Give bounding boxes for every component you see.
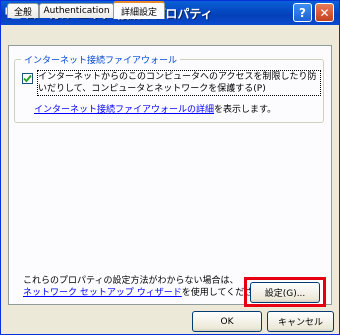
help-button[interactable]: ? xyxy=(293,3,312,22)
cancel-button[interactable]: キャンセル xyxy=(267,311,334,332)
close-button[interactable]: ✕ xyxy=(315,3,334,22)
ok-button[interactable]: OK xyxy=(192,311,262,332)
firewall-details-suffix: を表示します。 xyxy=(214,105,277,115)
setup-help-line2: ネットワーク セットアップ ウィザードを使用してください。 xyxy=(23,287,271,299)
firewall-group-title: インターネット接続ファイアウォール xyxy=(21,53,181,66)
ok-button-label: OK xyxy=(220,316,234,327)
settings-button[interactable]: 設定(G)... xyxy=(250,282,320,303)
protect-computer-label[interactable]: インターネットからのこのコンピュータへのアクセスを制限したり防いだりして、コンピ… xyxy=(37,70,321,96)
help-icon: ? xyxy=(299,5,306,20)
protect-computer-checkbox[interactable] xyxy=(22,73,33,84)
tab-advanced-label: 詳細設定 xyxy=(120,7,157,18)
tab-general[interactable]: 全般 xyxy=(7,3,39,18)
tab-general-label: 全般 xyxy=(13,7,32,18)
setup-help-text: これらのプロパティの設定方法がわからない場合は、 ネットワーク セットアップ ウ… xyxy=(23,275,271,299)
tab-authentication[interactable]: Authentication xyxy=(39,3,114,18)
tab-authentication-label: Authentication xyxy=(43,6,110,16)
checkmark-icon xyxy=(23,74,32,83)
properties-dialog: ローカル エリア 接続のプロパティ ? ✕ 全般 Authentication … xyxy=(0,0,340,335)
close-icon: ✕ xyxy=(319,5,330,20)
network-setup-wizard-link[interactable]: ネットワーク セットアップ ウィザード xyxy=(23,288,182,298)
settings-button-label: 設定(G)... xyxy=(264,289,306,299)
setup-help-line1: これらのプロパティの設定方法がわからない場合は、 xyxy=(23,276,239,286)
firewall-learn-more-line: インターネット接続ファイアウォールの詳細を表示します。 xyxy=(34,102,276,115)
cancel-button-label: キャンセル xyxy=(277,318,323,328)
firewall-details-link[interactable]: インターネット接続ファイアウォールの詳細 xyxy=(34,105,214,115)
tab-advanced[interactable]: 詳細設定 xyxy=(113,1,165,19)
